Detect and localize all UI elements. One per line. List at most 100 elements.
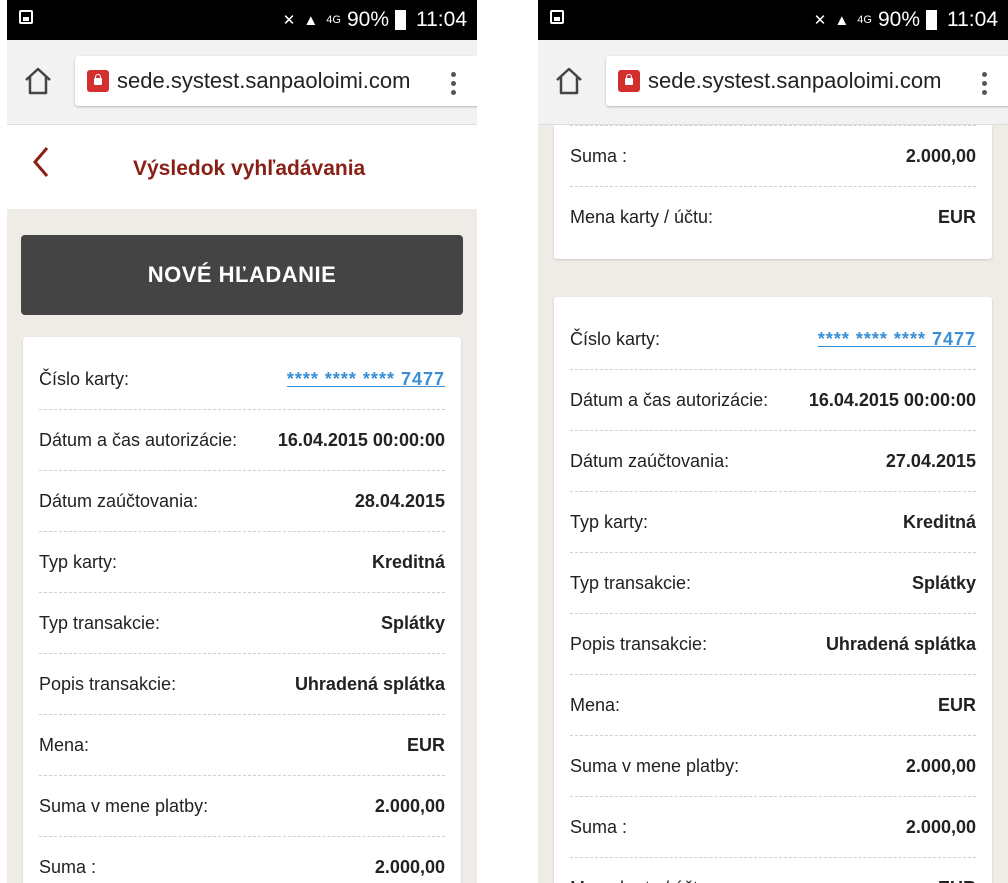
detail-value: 2.000,00 [374,795,445,816]
detail-label: Číslo karty: [39,368,130,389]
detail-row: Suma : 2.000,00 [39,837,445,883]
detail-row: Popis transakcie: Uhradená splátka [570,614,976,675]
detail-row: Typ karty: Kreditná [570,492,976,553]
home-icon[interactable] [552,64,586,98]
detail-row: Mena: EUR [39,715,445,776]
detail-row: Číslo karty: **** **** **** 7477 [570,309,976,370]
detail-value: 28.04.2015 [354,490,445,511]
detail-value: 16.04.2015 00:00:00 [277,429,445,450]
detail-label: Typ karty: [39,551,118,572]
gallery-notification-icon [550,10,564,24]
status-bar: ✕ ▲ 4G 90% 11:04 [7,0,477,40]
detail-row: Suma : 2.000,00 [570,797,976,858]
detail-row: Mena karty / účtu: EUR [570,858,976,883]
detail-label: Suma : [39,856,97,877]
clock: 11:04 [416,8,467,31]
network-type: 4G [857,14,872,26]
phone-screen-left: ✕ ▲ 4G 90% 11:04 sede.systest.sanpaoloim… [7,0,477,883]
detail-value: 2.000,00 [374,856,445,877]
detail-row: Popis transakcie: Uhradená splátka [39,654,445,715]
detail-value: Splátky [380,612,445,633]
detail-label: Typ transakcie: [39,612,161,633]
detail-value: 2.000,00 [905,755,976,776]
detail-label: Typ transakcie: [570,572,692,593]
battery-icon [395,10,406,30]
detail-row: Dátum zaúčtovania: 28.04.2015 [39,471,445,532]
network-type: 4G [326,14,341,26]
address-bar[interactable]: sede.systest.sanpaoloimi.com [606,56,1008,106]
detail-row: Mena karty / účtu: EUR [570,187,976,247]
transaction-card: Číslo karty: **** **** **** 7477 Dátum a č… [554,297,992,883]
battery-icon [926,10,937,30]
page-content: Výsledok vyhľadávania NOVÉ HĽADANIE Čísl… [7,125,477,883]
detail-label: Mena karty / účtu: [570,206,714,227]
transaction-card: Číslo karty: **** **** **** 7477 Dátum a č… [23,337,461,883]
detail-label: Suma : [570,145,628,166]
detail-label: Popis transakcie: [39,673,177,694]
detail-row: Číslo karty: **** **** **** 7477 [39,349,445,410]
detail-value: EUR [938,878,976,883]
detail-label: Číslo karty: [570,328,661,349]
browser-toolbar: sede.systest.sanpaoloimi.com [7,40,477,125]
phone-screen-right: ✕ ▲ 4G 90% 11:04 sede.systest.sanpaoloim… [538,0,1008,883]
detail-label: Mena karty / účtu: [570,878,713,883]
detail-row: Mena: EUR [570,675,976,736]
browser-toolbar: sede.systest.sanpaoloimi.com [538,40,1008,125]
page-content: Suma : 2.000,00 Mena karty / účtu: EUR Čísl… [538,125,1008,883]
page-header: Výsledok vyhľadávania [7,125,477,209]
url-text: sede.systest.sanpaoloimi.com [117,68,411,93]
detail-label: Suma v mene platby: [570,755,740,776]
detail-label: Dátum zaúčtovania: [39,490,199,511]
gallery-notification-icon [19,10,33,24]
detail-row: Typ karty: Kreditná [39,532,445,593]
transaction-card-previous: Suma : 2.000,00 Mena karty / účtu: EUR [554,125,992,259]
card-number-link[interactable]: **** **** **** 7477 [818,329,976,350]
detail-label: Mena: [39,734,90,755]
detail-value: 2.000,00 [905,145,976,166]
overflow-menu-icon[interactable] [980,72,988,98]
insecure-lock-icon [87,70,109,92]
detail-row: Suma v mene platby: 2.000,00 [39,776,445,837]
new-search-button[interactable]: NOVÉ HĽADANIE [21,235,463,315]
detail-label: Suma : [570,816,628,837]
detail-label: Typ karty: [570,511,649,532]
detail-value: Uhradená splátka [825,633,976,654]
status-bar: ✕ ▲ 4G 90% 11:04 [538,0,1008,40]
battery-level: 90% [346,8,389,31]
detail-label: Suma v mene platby: [39,795,209,816]
detail-value: EUR [937,694,976,715]
detail-label: Mena: [570,694,621,715]
detail-row: Typ transakcie: Splátky [570,553,976,614]
home-icon[interactable] [21,64,55,98]
detail-label: Dátum zaúčtovania: [570,450,730,471]
detail-value: Kreditná [371,551,445,572]
detail-value: 16.04.2015 00:00:00 [808,389,976,410]
detail-value: Kreditná [902,511,976,532]
card-number-link[interactable]: **** **** **** 7477 [287,369,445,390]
detail-row: Dátum zaúčtovania: 27.04.2015 [570,431,976,492]
detail-row: Dátum a čas autorizácie: 16.04.2015 00:00… [570,370,976,431]
detail-row: Typ transakcie: Splátky [39,593,445,654]
detail-label: Dátum a čas autorizácie: [570,389,769,410]
detail-value: Splátky [911,572,976,593]
detail-row: Dátum a čas autorizácie: 16.04.2015 00:00… [39,410,445,471]
url-text: sede.systest.sanpaoloimi.com [648,68,942,93]
insecure-lock-icon [618,70,640,92]
back-arrow-icon[interactable] [31,145,51,179]
signal-icon: ✕ ▲ [282,12,321,29]
detail-label: Popis transakcie: [570,633,708,654]
overflow-menu-icon[interactable] [449,72,457,98]
detail-value: Uhradená splátka [294,673,445,694]
detail-label: Dátum a čas autorizácie: [39,429,238,450]
signal-icon: ✕ ▲ [813,12,852,29]
clock: 11:04 [947,8,998,31]
address-bar[interactable]: sede.systest.sanpaoloimi.com [75,56,477,106]
detail-row: Suma v mene platby: 2.000,00 [570,736,976,797]
detail-row: Suma : 2.000,00 [570,126,976,187]
detail-value: 27.04.2015 [885,450,976,471]
detail-value: EUR [937,206,976,227]
page-title: Výsledok vyhľadávania [133,157,366,180]
detail-value: EUR [406,734,445,755]
detail-value: 2.000,00 [905,816,976,837]
battery-level: 90% [877,8,920,31]
